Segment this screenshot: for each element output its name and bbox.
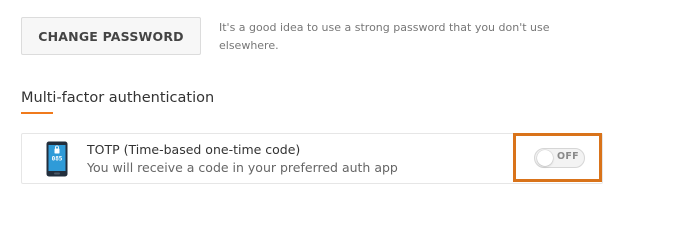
phone-icon: 085 [46, 141, 68, 177]
totp-description: You will receive a code in your preferre… [87, 160, 398, 175]
toggle-state-label: OFF [557, 151, 579, 162]
mfa-section-title: Multi-factor authentication [21, 90, 215, 106]
toggle-knob[interactable] [537, 150, 553, 166]
section-title-underline [21, 112, 53, 114]
security-settings-page: CHANGE PASSWORD It's a good idea to use … [0, 0, 675, 225]
totp-title: TOTP (Time-based one-time code) [87, 142, 301, 157]
password-hint-text: It's a good idea to use a strong passwor… [219, 21, 550, 52]
totp-toggle-switch[interactable]: OFF [534, 148, 585, 168]
change-password-button[interactable]: CHANGE PASSWORD [21, 17, 201, 55]
phone-code-text: 085 [52, 156, 63, 163]
